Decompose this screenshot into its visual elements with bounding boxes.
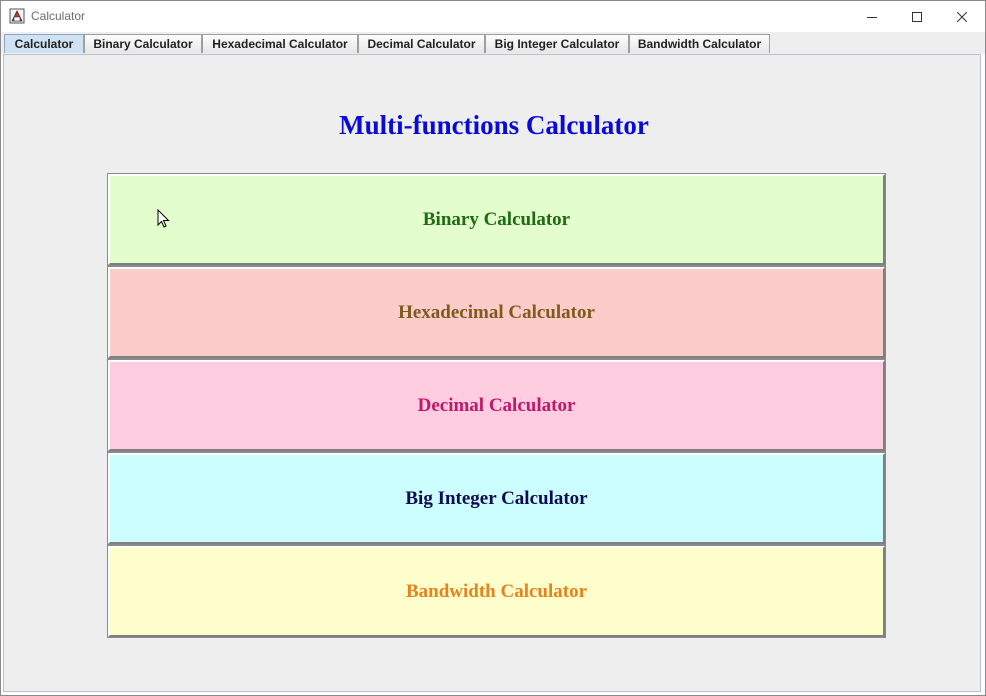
- close-button[interactable]: [939, 1, 985, 32]
- tab-decimal-calculator[interactable]: Decimal Calculator: [358, 34, 485, 53]
- tab-strip: Calculator Binary Calculator Hexadecimal…: [1, 32, 985, 54]
- tab-bandwidth-calculator[interactable]: Bandwidth Calculator: [629, 34, 770, 53]
- tab-calculator[interactable]: Calculator: [4, 34, 84, 53]
- minimize-icon: [867, 16, 877, 18]
- big-integer-calculator-button[interactable]: Big Integer Calculator: [107, 452, 886, 545]
- maximize-icon: [912, 11, 922, 22]
- mouse-cursor-icon: [157, 209, 170, 228]
- app-icon: [9, 8, 25, 24]
- app-window: Calculator Calculator Binary Calculator …: [0, 0, 986, 696]
- tab-big-integer-calculator[interactable]: Big Integer Calculator: [485, 34, 629, 53]
- tab-binary-calculator[interactable]: Binary Calculator: [84, 34, 202, 53]
- maximize-button[interactable]: [894, 1, 940, 32]
- page-title: Multi-functions Calculator: [339, 110, 649, 140]
- binary-calculator-button[interactable]: Binary Calculator: [107, 173, 886, 266]
- calculator-panel: Multi-functions Calculator Binary Calcul…: [3, 54, 981, 692]
- title-bar: Calculator: [1, 1, 985, 32]
- close-icon: [957, 11, 967, 22]
- window-title: Calculator: [31, 9, 86, 23]
- decimal-calculator-button[interactable]: Decimal Calculator: [107, 359, 886, 452]
- minimize-button[interactable]: [849, 1, 895, 32]
- tab-hexadecimal-calculator[interactable]: Hexadecimal Calculator: [202, 34, 358, 53]
- hexadecimal-calculator-button[interactable]: Hexadecimal Calculator: [107, 266, 886, 359]
- bandwidth-calculator-button[interactable]: Bandwidth Calculator: [107, 545, 886, 638]
